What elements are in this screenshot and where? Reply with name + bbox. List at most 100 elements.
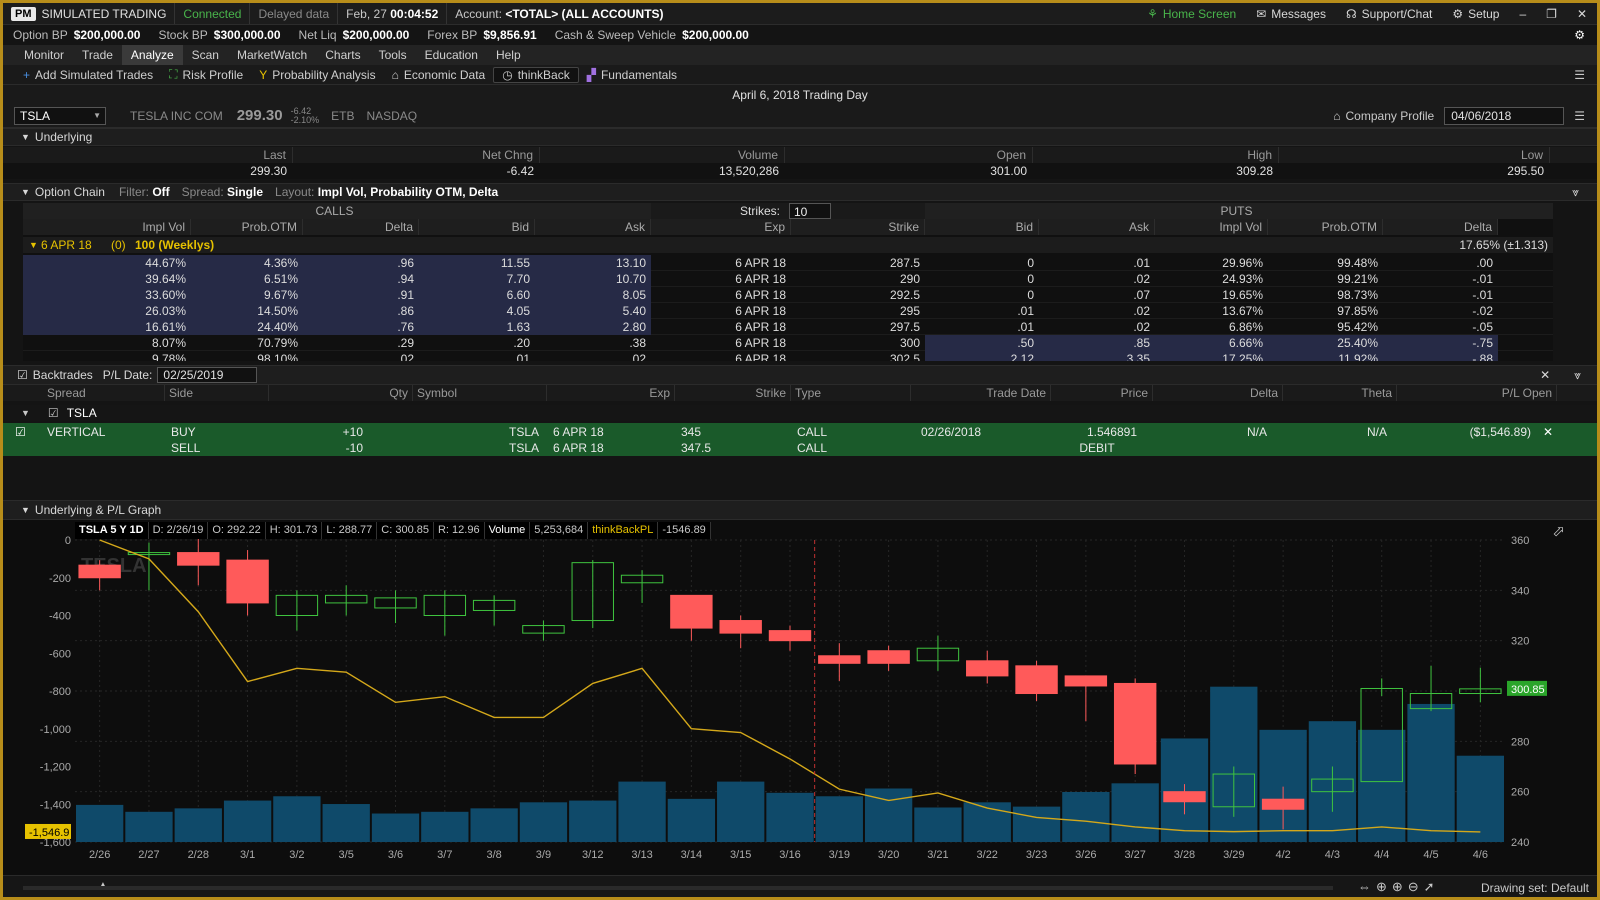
chain-col-header[interactable]: Ask — [535, 219, 651, 235]
chain-cell[interactable]: 19.65% — [1155, 287, 1268, 303]
backtrade-row[interactable]: ☑ VERTICAL BUY +10 TSLA 6 APR 18 345 CALL 02/26/… — [3, 423, 1597, 440]
chain-cell[interactable]: 6.86% — [1155, 319, 1268, 335]
chain-cell[interactable]: 6.51% — [191, 271, 303, 287]
chain-cell[interactable]: 25.40% — [1268, 335, 1383, 351]
backtrade-col-header[interactable]: Type — [791, 385, 911, 401]
messages-link[interactable]: ✉ Messages — [1246, 7, 1336, 21]
chain-cell[interactable]: 11.55 — [419, 255, 535, 271]
backtrade-price[interactable]: 1.546891 — [1053, 424, 1143, 440]
chain-cell[interactable]: 290 — [791, 271, 925, 287]
chain-cell[interactable]: 26.03% — [23, 303, 191, 319]
chain-cell[interactable]: 13.10 — [535, 255, 651, 271]
backtrade-trade-date[interactable]: 02/26/2018 — [917, 424, 1017, 440]
group-checkbox[interactable]: ☑ — [48, 406, 59, 420]
underlying-header[interactable]: ▼ Underlying — [3, 128, 1597, 146]
pl-date-input[interactable]: 02/25/2019 — [157, 367, 258, 383]
chain-cell[interactable]: .02 — [303, 351, 419, 361]
chain-cell[interactable]: 6 APR 18 — [651, 351, 791, 361]
chain-cell[interactable]: -.02 — [1383, 303, 1498, 319]
chain-cell[interactable]: -.05 — [1383, 319, 1498, 335]
chain-cell[interactable]: .07 — [1039, 287, 1155, 303]
menu-icon[interactable]: ☰ — [1574, 68, 1585, 82]
chain-row[interactable]: 26.03% 14.50% .86 4.05 5.40 6 APR 18 295.01.02… — [23, 303, 1553, 319]
tab-marketwatch[interactable]: MarketWatch — [228, 45, 316, 65]
tab-trade[interactable]: Trade — [73, 45, 122, 65]
close-icon[interactable]: ✕ — [1540, 368, 1550, 382]
chain-cell[interactable]: -.88 — [1383, 351, 1498, 361]
chain-row[interactable]: 39.64% 6.51% .94 7.70 10.70 6 APR 18 290 0.02 24… — [23, 271, 1553, 287]
row-checkbox[interactable]: ☑ — [15, 425, 26, 439]
backtrade-strike[interactable]: 345 — [677, 424, 789, 440]
tab-charts[interactable]: Charts — [316, 45, 369, 65]
backtrade-col-header[interactable]: Trade Date — [911, 385, 1051, 401]
chain-cell[interactable]: 6 APR 18 — [651, 287, 791, 303]
chain-col-header[interactable]: Delta — [303, 219, 419, 235]
subtab-fundamentals[interactable]: ▞ Fundamentals — [579, 65, 685, 84]
price-pl-chart[interactable]: 3603403203002802602400-200-400-600-800-1… — [3, 520, 1597, 875]
tab-analyze[interactable]: Analyze — [121, 45, 183, 65]
chain-cell[interactable]: 13.67% — [1155, 303, 1268, 319]
backtrade-type[interactable]: CALL — [793, 424, 909, 440]
chain-cell[interactable]: .86 — [303, 303, 419, 319]
chain-cell[interactable]: 98.73% — [1268, 287, 1383, 303]
chain-cell[interactable]: 24.93% — [1155, 271, 1268, 287]
backtrade-leg-price[interactable]: DEBIT — [1053, 440, 1143, 456]
chain-cell[interactable]: .85 — [1039, 335, 1155, 351]
chain-cell[interactable]: 3.35 — [1039, 351, 1155, 361]
tab-scan[interactable]: Scan — [183, 45, 228, 65]
chain-cell[interactable]: .94 — [303, 271, 419, 287]
chain-cell[interactable]: 6.60 — [419, 287, 535, 303]
chain-row[interactable]: 44.67% 4.36% .96 11.55 13.10 6 APR 18 287.5 0.0… — [23, 255, 1553, 271]
chain-cell[interactable]: .76 — [303, 319, 419, 335]
tab-monitor[interactable]: Monitor — [15, 45, 73, 65]
backtrade-col-header[interactable]: Spread — [43, 385, 165, 401]
subtab-thinkback[interactable]: ◷ thinkBack — [493, 66, 579, 83]
chain-cell[interactable]: 2.12 — [925, 351, 1039, 361]
chain-cell[interactable]: .50 — [925, 335, 1039, 351]
backtrade-exp[interactable]: 6 APR 18 — [549, 424, 673, 440]
chain-cell[interactable]: .01 — [925, 303, 1039, 319]
chain-cell[interactable]: 1.63 — [419, 319, 535, 335]
horizontal-scrollbar[interactable] — [23, 886, 1333, 890]
chain-cell[interactable]: -.01 — [1383, 271, 1498, 287]
date-input[interactable]: 04/06/2018 — [1444, 106, 1565, 125]
chain-cell[interactable]: .29 — [303, 335, 419, 351]
company-profile-button[interactable]: ⌂ Company Profile — [1333, 109, 1434, 123]
chain-col-header[interactable]: Bid — [419, 219, 535, 235]
chain-cell[interactable]: .02 — [1039, 319, 1155, 335]
gear-icon[interactable]: ⚙ — [1574, 28, 1585, 42]
chain-cell[interactable]: 8.05 — [535, 287, 651, 303]
chain-cell[interactable]: 8.07% — [23, 335, 191, 351]
chain-cell[interactable]: 292.5 — [791, 287, 925, 303]
chain-cell[interactable]: -.01 — [1383, 287, 1498, 303]
chain-cell[interactable]: 98.10% — [191, 351, 303, 361]
chain-cell[interactable]: 6 APR 18 — [651, 319, 791, 335]
backtrade-leg-side[interactable]: SELL — [167, 440, 267, 456]
expand-icon[interactable]: ⩔ — [1572, 185, 1579, 200]
chain-col-header[interactable]: Prob.OTM — [191, 219, 303, 235]
chain-cell[interactable]: 300 — [791, 335, 925, 351]
chain-col-header[interactable]: Strike — [791, 219, 925, 235]
chain-cell[interactable]: .91 — [303, 287, 419, 303]
backtrade-leg-type[interactable]: CALL — [793, 440, 909, 456]
chain-cell[interactable]: .02 — [535, 351, 651, 361]
chain-cell[interactable]: 99.21% — [1268, 271, 1383, 287]
chain-cell[interactable]: 7.70 — [419, 271, 535, 287]
chain-row[interactable]: 9.78% 98.10% .02.01.02 6 APR 18 302.5 2.12 3.3… — [23, 351, 1553, 361]
backtrade-leg-strike[interactable]: 347.5 — [677, 440, 789, 456]
chain-cell[interactable]: .02 — [1039, 271, 1155, 287]
chain-cell[interactable]: 0 — [925, 255, 1039, 271]
drawing-set[interactable]: Drawing set: Default — [1481, 881, 1589, 895]
chain-cell[interactable]: 17.25% — [1155, 351, 1268, 361]
chain-cell[interactable]: 29.96% — [1155, 255, 1268, 271]
chain-row[interactable]: 16.61% 24.40% .76 1.63 2.80 6 APR 18 297.5.01.… — [23, 319, 1553, 335]
chain-cell[interactable]: 295 — [791, 303, 925, 319]
remove-icon[interactable]: ✕ — [1543, 425, 1553, 439]
subtab-probability-analysis[interactable]: Y Probability Analysis — [251, 65, 383, 84]
backtrade-col-header[interactable]: Price — [1051, 385, 1153, 401]
tab-education[interactable]: Education — [416, 45, 487, 65]
chain-cell[interactable]: 6 APR 18 — [651, 271, 791, 287]
chain-cell[interactable]: 97.85% — [1268, 303, 1383, 319]
chain-col-header[interactable]: Impl Vol — [1155, 219, 1268, 235]
chain-cell[interactable]: 10.70 — [535, 271, 651, 287]
